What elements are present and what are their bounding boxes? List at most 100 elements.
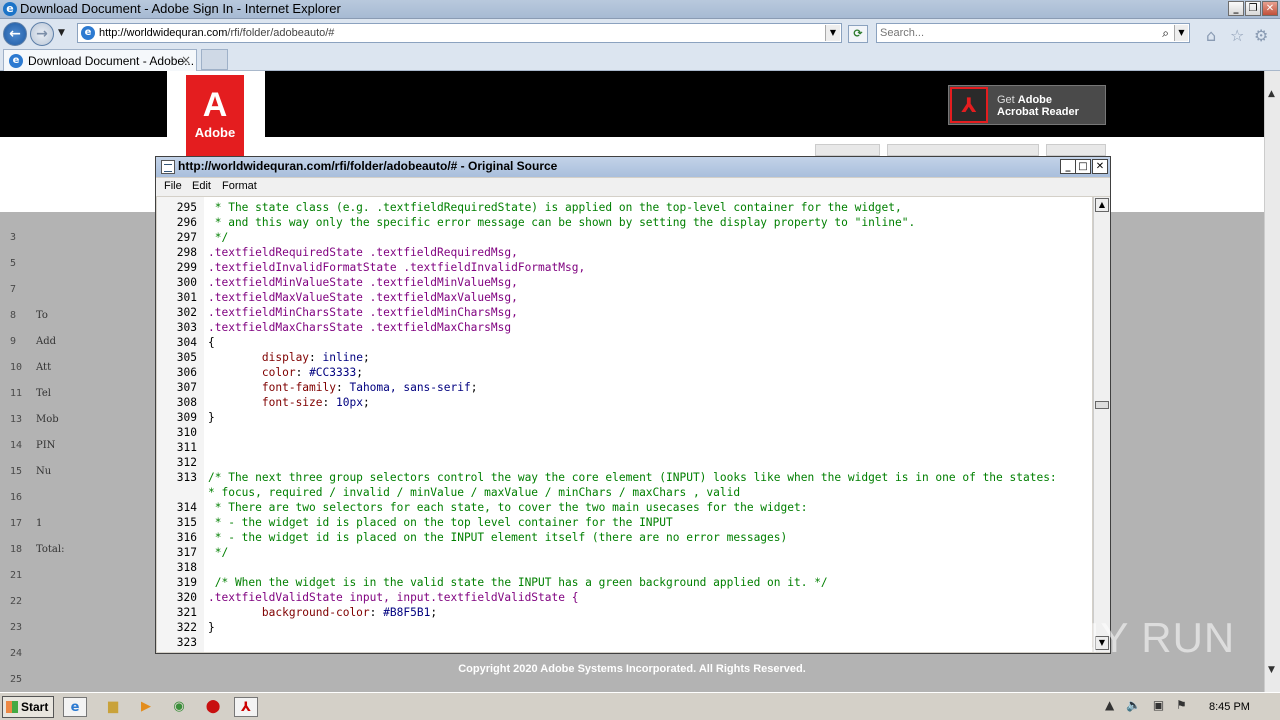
page-scrollbar[interactable]: ▲ ▼ <box>1264 71 1280 692</box>
page-tab[interactable] <box>1046 144 1106 156</box>
tray-expand-icon[interactable]: ▲ <box>1105 698 1114 712</box>
action-center-flag-icon[interactable]: ⚑ <box>1176 698 1187 712</box>
code-text: * and this way only the specific error m… <box>208 216 916 229</box>
taskbar-chrome-icon[interactable]: ◉ <box>167 697 191 717</box>
sheet-row-number: 18 <box>10 544 23 555</box>
source-scroll-thumb[interactable] <box>1095 401 1109 409</box>
line-number: 309 <box>176 411 197 424</box>
source-code-view[interactable]: 295 * The state class (e.g. .textfieldRe… <box>157 197 1092 652</box>
source-window-title-bar: http://worldwidequran.com/rfi/folder/ado… <box>156 157 1110 177</box>
home-icon[interactable]: ⌂ <box>1206 26 1216 45</box>
back-button[interactable]: ← <box>3 22 27 46</box>
page-tab[interactable] <box>887 144 1039 156</box>
source-maximize-button[interactable]: □ <box>1075 159 1091 174</box>
menu-format[interactable]: Format <box>222 180 257 192</box>
sheet-cell: Mob <box>36 414 59 425</box>
sheet-cell: PIN <box>36 440 56 451</box>
scroll-up-icon[interactable]: ▲ <box>1268 89 1275 99</box>
code-text: .textfieldMinCharsState .textfieldMinCha… <box>208 306 518 319</box>
code-text: } <box>208 621 215 634</box>
line-number: 308 <box>176 396 197 409</box>
menu-edit[interactable]: Edit <box>192 180 211 192</box>
sheet-row-number: 14 <box>10 440 23 451</box>
page-tab[interactable] <box>815 144 880 156</box>
line-number: 320 <box>176 591 197 604</box>
sheet-row-number: 8 <box>10 310 17 321</box>
scroll-down-icon[interactable]: ▼ <box>1268 665 1275 675</box>
code-text: * The state class (e.g. .textfieldRequir… <box>208 201 902 214</box>
refresh-icon[interactable]: ⟳ <box>848 25 868 43</box>
tools-gear-icon[interactable]: ⚙ <box>1254 26 1268 45</box>
adobe-mark: A <box>202 86 228 124</box>
css-property: font-family <box>261 381 336 394</box>
page-icon: e <box>81 26 95 40</box>
volume-icon[interactable]: 🔈 <box>1126 698 1141 712</box>
taskbar-folder-icon[interactable]: ▆ <box>101 697 125 717</box>
start-button[interactable]: Start <box>2 696 54 718</box>
taskbar-media-player-icon[interactable]: ▶ <box>134 697 158 717</box>
code-text: * focus, required / invalid / minValue /… <box>208 486 741 499</box>
source-menu-bar: File Edit Format <box>156 178 1110 196</box>
tab-download-document[interactable]: e Download Document - Adobe... × <box>3 49 197 71</box>
source-scroll-up-icon[interactable]: ▲ <box>1095 198 1109 212</box>
line-number: 310 <box>176 426 197 439</box>
line-number: 318 <box>176 561 197 574</box>
address-dropdown-icon[interactable]: ▼ <box>825 25 840 41</box>
line-number: 314 <box>176 501 197 514</box>
browser-title-bar: e Download Document - Adobe Sign In - In… <box>0 0 1280 19</box>
restore-button[interactable]: ❐ <box>1245 1 1261 16</box>
line-number: 307 <box>176 381 197 394</box>
sheet-row-number: 11 <box>10 388 23 399</box>
search-icon[interactable]: ⌕ <box>1162 26 1169 41</box>
code-text: { <box>208 336 215 349</box>
sheet-row-number: 7 <box>10 284 17 295</box>
line-number: 316 <box>176 531 197 544</box>
search-box[interactable]: ⌕ ▼ <box>876 23 1190 43</box>
adobe-logo-text: Adobe <box>194 125 236 140</box>
line-number: 315 <box>176 516 197 529</box>
sheet-row-number: 17 <box>10 518 23 529</box>
tab-bar: e Download Document - Adobe... × <box>0 47 1280 71</box>
close-button[interactable]: ✕ <box>1262 1 1278 16</box>
code-text: .textfieldMaxCharsState .textfieldMaxCha… <box>208 321 512 334</box>
minimize-button[interactable]: _ <box>1228 1 1244 16</box>
code-text: .textfieldInvalidFormatState .textfieldI… <box>208 261 586 274</box>
taskbar-acrobat-icon[interactable]: ⅄ <box>234 697 258 717</box>
new-tab-button[interactable] <box>201 49 228 70</box>
address-bar[interactable]: e http://worldwidequran.com/rfi/folder/a… <box>77 23 842 43</box>
history-dropdown-icon[interactable]: ▼ <box>58 28 65 38</box>
source-vertical-scrollbar[interactable]: ▲ ▼ <box>1093 197 1110 652</box>
source-minimize-button[interactable]: _ <box>1060 159 1076 174</box>
source-close-button[interactable]: ✕ <box>1092 159 1108 174</box>
favorites-star-icon[interactable]: ☆ <box>1230 26 1244 45</box>
taskbar-internet-explorer-icon[interactable]: e <box>63 697 87 717</box>
line-number: 297 <box>176 231 197 244</box>
taskbar: Start e ▆ ▶ ◉ ⬤ ⅄ ▲ 🔈 ▣ ⚑ 8:45 PM <box>0 692 1280 720</box>
navigation-bar: ← → ▼ e http://worldwidequran.com/rfi/fo… <box>0 19 1280 47</box>
get-acrobat-reader-button[interactable]: ⅄ Get Adobe Acrobat Reader <box>948 85 1106 125</box>
search-input[interactable] <box>880 26 1155 40</box>
css-property: display <box>261 351 310 364</box>
sheet-row-number: 16 <box>10 492 23 503</box>
code-text: .textfieldMinValueState .textfieldMinVal… <box>208 276 518 289</box>
sheet-row-number: 25 <box>10 674 23 685</box>
code-text: .textfieldValidState input, input.textfi… <box>208 591 579 604</box>
css-declaration: color: #CC3333; <box>261 366 363 379</box>
sheet-row-number: 9 <box>10 336 17 347</box>
css-value: inline <box>322 351 363 364</box>
forward-button[interactable]: → <box>30 22 54 46</box>
line-number: 322 <box>176 621 197 634</box>
search-dropdown-icon[interactable]: ▼ <box>1174 25 1188 41</box>
tab-close-icon[interactable]: × <box>181 53 191 67</box>
taskbar-opera-icon[interactable]: ⬤ <box>201 697 225 717</box>
line-number: 296 <box>176 216 197 229</box>
network-icon[interactable]: ▣ <box>1153 698 1164 712</box>
address-url[interactable]: http://worldwidequran.com/rfi/folder/ado… <box>99 27 334 39</box>
code-text: */ <box>208 546 229 559</box>
code-text: * - the widget id is placed on the top l… <box>208 516 673 529</box>
code-text: * There are two selectors for each state… <box>208 501 808 514</box>
tab-label: Download Document - Adobe... <box>28 54 195 68</box>
sheet-cell: 1 <box>36 518 43 529</box>
menu-file[interactable]: File <box>164 180 182 192</box>
source-page-icon <box>161 160 175 174</box>
